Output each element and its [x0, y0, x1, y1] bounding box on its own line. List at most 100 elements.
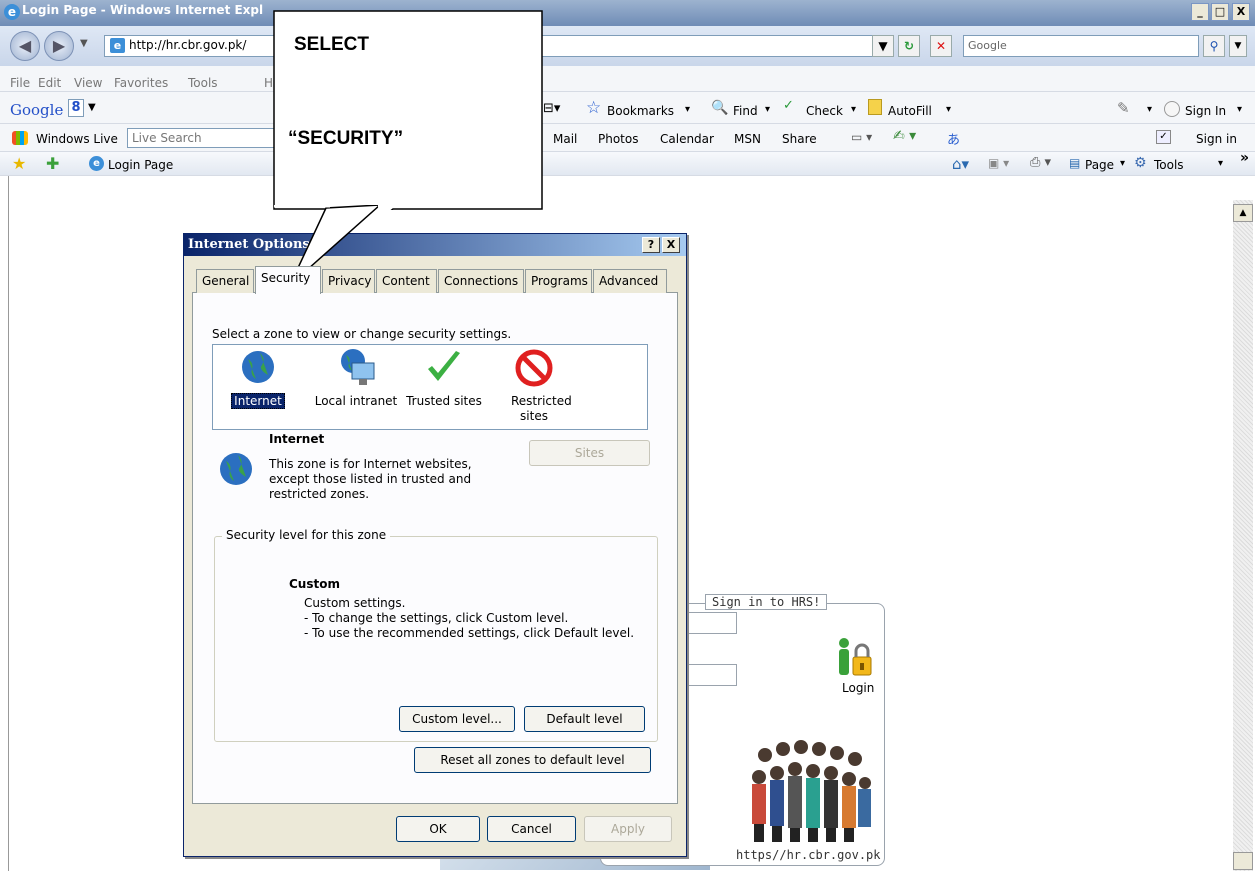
bookmarks-button[interactable]: Bookmarks — [607, 104, 674, 118]
login-legend: Sign in to HRS! — [705, 594, 828, 610]
zone-intranet-label: Local intranet — [314, 394, 398, 408]
menu-file[interactable]: File — [10, 76, 30, 90]
forward-button[interactable]: ▶ — [44, 31, 74, 61]
windows-live-brand[interactable]: Windows Live — [36, 132, 118, 146]
live-sign-in-link[interactable]: Sign in — [1196, 132, 1237, 146]
menu-tools[interactable]: Tools — [188, 76, 218, 90]
check-dropdown-icon[interactable]: ▾ — [851, 104, 856, 115]
menu-edit[interactable]: Edit — [38, 76, 61, 90]
login-url-text: https//hr.cbr.gov.pk — [736, 848, 881, 862]
tab-advanced[interactable]: Advanced — [593, 269, 667, 293]
dialog-help-button[interactable]: ? — [642, 237, 660, 253]
history-dropdown-icon[interactable]: ▼ — [80, 38, 88, 49]
zone-internet[interactable]: Internet — [213, 345, 303, 429]
live-calendar-link[interactable]: Calendar — [660, 132, 714, 146]
zone-trusted-sites[interactable]: Trusted sites — [399, 345, 489, 429]
live-photos-link[interactable]: Photos — [598, 132, 638, 146]
dialog-close-button[interactable]: X — [662, 237, 680, 253]
menu-help[interactable]: H — [264, 76, 273, 90]
google-logo[interactable]: Google — [10, 101, 63, 119]
find-icon[interactable]: 🔍 — [711, 100, 728, 116]
tab-security[interactable]: Security — [255, 266, 321, 294]
sites-button[interactable]: Sites — [529, 440, 650, 466]
add-favorite-icon[interactable]: ✚ — [46, 154, 59, 173]
search-icon[interactable]: ⚲ — [1203, 35, 1225, 57]
custom-level-button[interactable]: Custom level... — [399, 706, 515, 732]
check-button[interactable]: Check — [806, 104, 843, 118]
minimize-button[interactable]: _ — [1191, 3, 1209, 21]
google-sign-in-button[interactable]: Sign In — [1185, 104, 1226, 118]
spellcheck-icon[interactable]: ✓ — [783, 98, 794, 113]
menu-favorites[interactable]: Favorites — [114, 76, 168, 90]
tab-login-page[interactable]: Login Page — [108, 158, 173, 172]
scroll-down-arrow-icon[interactable] — [1233, 852, 1253, 870]
refresh-icon[interactable]: ↻ — [898, 35, 920, 57]
bookmark-star-icon[interactable]: ☆ — [586, 98, 601, 118]
stop-icon[interactable]: ✕ — [930, 35, 952, 57]
live-msn-link[interactable]: MSN — [734, 132, 761, 146]
live-window-icon[interactable]: ▭ ▾ — [851, 130, 872, 144]
back-button[interactable]: ◀ — [10, 31, 40, 61]
zone-prompt: Select a zone to view or change security… — [212, 327, 512, 341]
login-user-lock-icon[interactable] — [836, 637, 872, 679]
live-mail-link[interactable]: Mail — [553, 132, 577, 146]
more-tools-chevron-icon[interactable]: » — [1240, 150, 1249, 166]
page-dropdown-icon[interactable]: ▾ — [1120, 158, 1125, 169]
autofill-button[interactable]: AutoFill — [888, 104, 932, 118]
tools-gear-icon[interactable]: ⚙ — [1134, 155, 1147, 171]
staff-group-photo — [745, 735, 875, 845]
google-menu-dropdown-icon[interactable]: ▼ — [88, 102, 96, 113]
bookmarks-dropdown-icon[interactable]: ▾ — [685, 104, 690, 115]
security-level-title: Custom — [289, 577, 340, 591]
sign-in-dropdown-icon[interactable]: ▾ — [1237, 104, 1242, 115]
live-writer-icon[interactable]: ✍ ▾ — [893, 128, 916, 144]
search-input[interactable]: Google — [963, 35, 1199, 57]
selected-zone-name: Internet — [269, 432, 325, 446]
tools-menu-button[interactable]: Tools — [1154, 158, 1184, 172]
print-icon[interactable]: ⎙ ▾ — [1030, 155, 1051, 170]
cancel-button[interactable]: Cancel — [487, 816, 576, 842]
vertical-scrollbar[interactable] — [1233, 200, 1253, 871]
security-level-line3: - To use the recommended settings, click… — [304, 626, 635, 640]
address-url: http://hr.cbr.gov.pk/ — [129, 38, 247, 52]
wrench-icon[interactable]: ✎ — [1117, 99, 1130, 117]
google-8-button[interactable]: 8 — [68, 99, 84, 117]
autofill-dropdown-icon[interactable]: ▾ — [946, 104, 951, 115]
default-level-button[interactable]: Default level — [524, 706, 645, 732]
autofill-icon[interactable] — [868, 99, 882, 115]
scroll-up-arrow-icon[interactable]: ▲ — [1233, 204, 1253, 222]
live-share-link[interactable]: Share — [782, 132, 817, 146]
live-search-input[interactable]: Live Search — [127, 128, 275, 148]
maximize-button[interactable]: □ — [1211, 3, 1229, 21]
security-level-group-label: Security level for this zone — [222, 528, 391, 542]
page-icon: e — [110, 38, 125, 53]
find-dropdown-icon[interactable]: ▾ — [765, 104, 770, 115]
toolbar-layout-icon[interactable]: ⊟▾ — [543, 101, 560, 116]
favorites-star-icon[interactable]: ★ — [12, 154, 26, 173]
address-dropdown-button[interactable]: ▼ — [872, 35, 894, 57]
find-button[interactable]: Find — [733, 104, 758, 118]
tools-dropdown-icon[interactable]: ▾ — [1218, 158, 1223, 169]
zone-local-intranet[interactable]: Local intranet — [303, 345, 409, 429]
ok-button[interactable]: OK — [396, 816, 480, 842]
security-level-line2: - To change the settings, click Custom l… — [304, 611, 569, 625]
settings-dropdown-icon[interactable]: ▾ — [1147, 104, 1152, 115]
menu-view[interactable]: View — [74, 76, 102, 90]
search-options-icon[interactable]: ▼ — [1229, 35, 1247, 57]
apply-button[interactable]: Apply — [584, 816, 672, 842]
tab-connections[interactable]: Connections — [438, 269, 524, 293]
reset-all-zones-button[interactable]: Reset all zones to default level — [414, 747, 651, 773]
tab-general[interactable]: General — [196, 269, 254, 293]
home-icon[interactable]: ⌂▾ — [952, 155, 969, 173]
login-label[interactable]: Login — [842, 681, 874, 695]
translate-icon[interactable]: あ — [947, 129, 960, 148]
live-messenger-icon[interactable]: ✓ — [1156, 130, 1171, 144]
zone-internet-label: Internet — [231, 393, 285, 409]
tab-programs[interactable]: Programs — [525, 269, 592, 293]
zone-restricted-sites[interactable]: Restricted sites — [489, 345, 579, 429]
page-menu-icon[interactable]: ▤ — [1069, 156, 1080, 170]
page-menu-button[interactable]: Page — [1085, 158, 1114, 172]
close-window-button[interactable]: X — [1232, 3, 1250, 21]
feeds-icon[interactable]: ▣ ▾ — [988, 156, 1009, 170]
sign-in-avatar-icon[interactable] — [1164, 101, 1180, 117]
